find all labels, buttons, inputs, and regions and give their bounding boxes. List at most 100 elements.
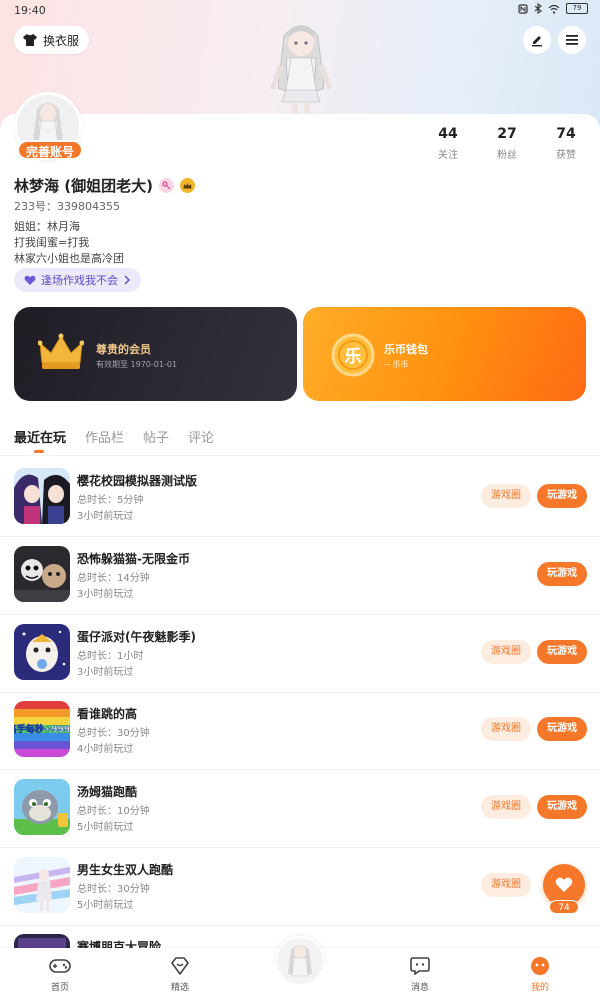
- game-thumbnail: 高手每秒+9999: [14, 701, 70, 757]
- stat-following-label: 关注: [438, 150, 458, 161]
- bio-line-1: 姐姐：林月海: [14, 220, 80, 233]
- game-art-eggy-party: [14, 624, 70, 680]
- change-outfit-button[interactable]: 换衣服: [14, 26, 90, 54]
- game-last-played: 5小时前玩过: [77, 900, 134, 911]
- play-game-button[interactable]: 玩游戏: [537, 640, 587, 664]
- play-game-button[interactable]: 玩游戏: [537, 484, 587, 508]
- profile-face-icon: [531, 957, 549, 975]
- game-thumbnail: [14, 546, 70, 602]
- user-id: 233号：339804355: [14, 200, 120, 213]
- battery-icon: 79: [566, 3, 588, 14]
- nav-featured[interactable]: 精选: [150, 956, 210, 993]
- stat-likes-label: 获赞: [556, 150, 576, 161]
- nav-home[interactable]: 首页: [30, 956, 90, 993]
- status-time: 19:40: [14, 4, 46, 17]
- bio-line-3: 林家六小姐也是高冷团: [14, 252, 124, 265]
- game-duration: 总时长：30分钟: [77, 884, 150, 895]
- vip-membership-card[interactable]: 尊贵的会员 有效期至 1970-01-01: [14, 307, 297, 401]
- motto-pill[interactable]: 逢场作戏我不会: [14, 268, 141, 292]
- game-row[interactable]: 男生女生双人跑酷 总时长：30分钟 5小时前玩过 游戏圈: [0, 857, 600, 935]
- nav-mine-label: 我的: [530, 983, 549, 993]
- username-row: 林梦海 (御姐团老大): [14, 175, 195, 196]
- pencil-icon: [532, 36, 542, 47]
- play-game-button[interactable]: 玩游戏: [537, 562, 587, 586]
- game-art-dual-runner: [14, 857, 70, 913]
- change-outfit-label: 换衣服: [43, 33, 80, 48]
- stat-fans-label: 粉丝: [497, 150, 517, 161]
- game-art-sakura: [14, 468, 70, 524]
- game-last-played: 3小时前玩过: [77, 511, 134, 522]
- game-row[interactable]: 恐怖躲猫猫-无限金币 总时长：14分钟 3小时前玩过 玩游戏: [0, 546, 600, 624]
- game-last-played: 3小时前玩过: [77, 589, 134, 600]
- heart-purple-icon: [24, 275, 36, 285]
- game-thumbnail: [14, 468, 70, 524]
- battery-level: 79: [572, 4, 582, 12]
- profile-tabs: 最近在玩 作品栏 帖子 评论: [14, 427, 214, 446]
- game-art-tom-cat: [14, 779, 70, 835]
- nfc-icon: [518, 3, 528, 14]
- heart-icon: [555, 877, 573, 892]
- coin-icon: 乐: [331, 333, 375, 377]
- menu-button[interactable]: [558, 26, 586, 54]
- crown-small-icon: [183, 182, 192, 188]
- complete-account-badge[interactable]: 完善账号: [17, 140, 84, 160]
- stat-likes[interactable]: 74 获赞: [536, 126, 596, 161]
- game-art-jump-high: 高手每秒+9999: [14, 701, 70, 757]
- wallet-title: 乐币钱包: [384, 343, 428, 356]
- game-circle-button[interactable]: 游戏圈: [481, 873, 531, 897]
- row-divider: [0, 769, 600, 770]
- game-thumbnail: [14, 624, 70, 680]
- game-circle-button[interactable]: 游戏圈: [481, 795, 531, 819]
- game-name: 恐怖躲猫猫-无限金币: [77, 552, 190, 566]
- game-name: 樱花校园模拟器测试版: [77, 474, 198, 488]
- tabs-divider: [0, 455, 600, 456]
- vip-title: 尊贵的会员: [96, 343, 151, 356]
- crown-icon: [38, 333, 84, 369]
- vip-expiry: 有效期至 1970-01-01: [96, 360, 178, 369]
- stat-fans-num: 27: [497, 126, 517, 142]
- game-duration: 总时长：1小时: [77, 651, 144, 662]
- wallet-balance: -- 乐币: [384, 360, 409, 369]
- game-last-played: 4小时前玩过: [77, 744, 134, 755]
- chat-bubble-icon: [410, 957, 430, 975]
- bio-line-2: 打我闺蜜=打我: [14, 236, 90, 249]
- game-row[interactable]: 樱花校园模拟器测试版 总时长：5分钟 3小时前玩过 游戏圈 玩游戏: [0, 468, 600, 546]
- game-name: 看谁跳的高: [77, 707, 138, 721]
- motto-text: 逢场作戏我不会: [41, 274, 118, 287]
- play-game-button[interactable]: 玩游戏: [537, 795, 587, 819]
- tab-comments[interactable]: 评论: [188, 427, 214, 446]
- game-art-hide-seek: [14, 546, 70, 602]
- game-row[interactable]: 蛋仔派对(午夜魅影季) 总时长：1小时 3小时前玩过 游戏圈 玩游戏: [0, 624, 600, 702]
- tab-works[interactable]: 作品栏: [85, 427, 124, 446]
- row-divider: [0, 536, 600, 537]
- tab-posts[interactable]: 帖子: [143, 427, 169, 446]
- like-count: 74: [549, 900, 579, 914]
- game-duration: 总时长：5分钟: [77, 495, 144, 506]
- nav-mine[interactable]: 我的: [510, 956, 570, 993]
- stat-following[interactable]: 44 关注: [418, 126, 478, 161]
- gamepad-icon: [49, 959, 71, 973]
- badge-crown-icon[interactable]: [179, 178, 195, 193]
- game-circle-button[interactable]: 游戏圈: [481, 484, 531, 508]
- game-name: 蛋仔派对(午夜魅影季): [77, 630, 196, 644]
- nav-featured-label: 精选: [170, 983, 189, 993]
- badge-pink-icon[interactable]: [158, 178, 174, 193]
- tab-recently-played[interactable]: 最近在玩: [14, 427, 66, 446]
- chevron-right-icon: [124, 275, 130, 285]
- game-row[interactable]: 汤姆猫跑酷 总时长：10分钟 5小时前玩过 游戏圈 玩游戏: [0, 779, 600, 857]
- nav-messages[interactable]: 消息: [390, 956, 450, 993]
- game-row[interactable]: 高手每秒+9999 看谁跳的高 总时长：30分钟 4小时前玩过 游戏圈 玩游戏: [0, 701, 600, 779]
- avatar-character-mini: [277, 938, 323, 984]
- username: 林梦海 (御姐团老大): [14, 177, 153, 195]
- shirt-icon: [23, 34, 37, 46]
- stat-fans[interactable]: 27 粉丝: [477, 126, 537, 161]
- play-game-button[interactable]: 玩游戏: [537, 717, 587, 741]
- stat-following-num: 44: [438, 126, 458, 142]
- game-thumbnail: [14, 857, 70, 913]
- user-bio: 姐姐：林月海 打我闺蜜=打我 林家六小姐也是高冷团: [14, 219, 124, 267]
- nav-center-avatar[interactable]: [275, 936, 325, 986]
- game-circle-button[interactable]: 游戏圈: [481, 640, 531, 664]
- game-circle-button[interactable]: 游戏圈: [481, 717, 531, 741]
- coin-wallet-card[interactable]: 乐 乐币钱包 -- 乐币: [303, 307, 586, 401]
- edit-profile-button[interactable]: [523, 26, 551, 54]
